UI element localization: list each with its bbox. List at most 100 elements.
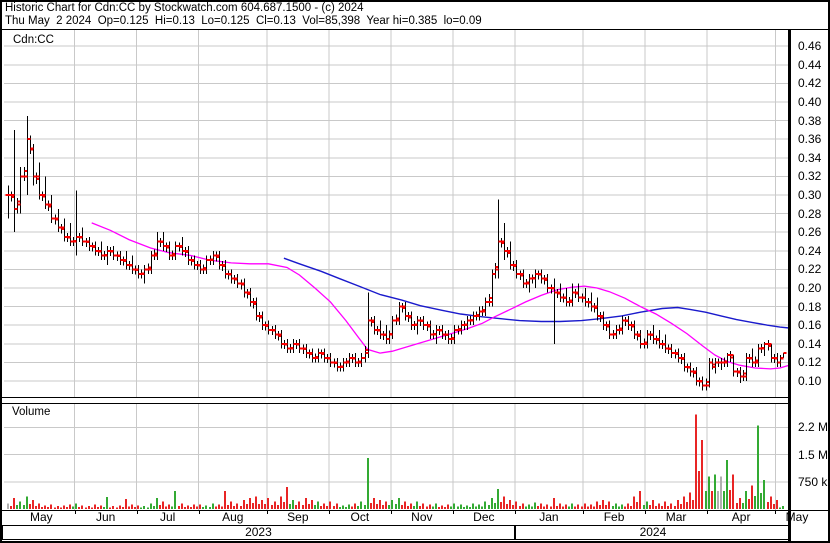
volume-bar [689,492,691,509]
volume-bar [202,507,204,509]
volume-bar [360,501,362,509]
month-label-jan-8: Jan [539,510,559,524]
volume-bar [726,460,728,509]
volume-bar [298,501,300,509]
volume-bar [156,498,158,509]
month-boundary-tick [645,510,647,514]
volume-bar [252,503,254,509]
volume-panel-title: Volume [12,406,51,418]
volume-bar [528,504,530,509]
volume-bar [419,506,421,509]
volume-bar [646,501,648,509]
volume-bar [593,506,595,509]
volume-bar [388,505,390,509]
volume-bar [466,505,468,509]
price-axis-label: 0.36 [798,132,822,147]
price-axis-label: 0.20 [798,281,822,295]
volume-bar [453,503,455,509]
month-boundary-tick [583,510,585,514]
volume-bar [264,504,266,509]
volume-bar [708,476,710,509]
volume-bar [16,505,18,509]
volume-bar [596,501,598,509]
volume-bar [134,507,136,509]
volume-bar [209,507,211,509]
volume-bar [615,503,617,509]
volume-bar [553,498,555,509]
year-box-2023: 2023 [2,525,515,540]
volume-bar [7,503,9,509]
price-axis-label: 0.32 [798,169,822,184]
volume-bar [565,504,567,509]
volume-bar [500,502,502,509]
volume-bar [506,504,508,509]
volume-bar [348,504,350,509]
volume-bar [196,506,198,509]
volume-bar [605,505,607,509]
volume-bar [199,504,201,509]
volume-bar [174,490,176,509]
volume-bar [658,503,660,509]
volume-bar [205,505,207,509]
volume-bar [550,506,552,509]
month-boundary-tick [514,510,516,514]
volume-bar [698,471,700,509]
volume-bar [50,504,52,509]
volume-bar [224,490,226,509]
price-axis-label: 0.24 [798,243,822,258]
long-moving-average-line [283,257,790,329]
volume-bar [503,496,505,509]
volume-bar [438,507,440,509]
volume-bar [398,498,400,509]
volume-bar [271,505,273,509]
short-moving-average-line [91,222,790,370]
volume-bar [91,507,93,509]
month-label-nov-6: Nov [411,510,433,524]
month-label-jun-1: Jun [95,510,116,524]
price-axis-label: 0.28 [798,206,822,221]
volume-bar [187,505,189,509]
month-boundary-tick [136,510,138,514]
volume-axis-label: 2.2 M [798,420,829,435]
volume-bar [534,502,536,509]
volume-bar [314,505,316,509]
volume-bar [757,425,759,509]
volume-bar [515,501,517,509]
volume-axis-label: 750 k [798,474,828,489]
volume-bar [354,503,356,509]
volume-bar [379,499,381,509]
volume-bar [373,498,375,509]
volume-bar [243,499,245,509]
volume-bar [178,506,180,509]
volume-bar [116,507,118,509]
volume-bar [10,506,12,509]
volume-bar [23,505,25,509]
volume-bar [57,506,59,509]
volume-bar [240,506,242,509]
volume-bar [413,506,415,509]
volume-bar [754,496,756,509]
month-boundary-tick [198,510,200,514]
volume-bar [612,506,614,509]
volume-bar [556,506,558,509]
volume-bar [426,506,428,509]
volume-bar [218,504,220,509]
volume-bar [643,505,645,509]
volume-bar [364,505,366,509]
price-axis-label: 0.22 [798,262,822,277]
month-label-feb-9: Feb [603,510,625,524]
month-label-dec-7: Dec [473,510,495,524]
volume-bar [664,501,666,509]
volume-bar [543,506,545,509]
volume-bar [602,499,604,509]
volume-bar [277,505,279,509]
volume-bar [661,506,663,509]
volume-bar-chart [4,403,790,510]
month-label-mar-10: Mar [665,510,687,524]
volume-bar [333,506,335,509]
volume-bar [255,496,257,509]
volume-bar [109,507,111,509]
volume-bar [422,503,424,509]
volume-bar [258,504,260,509]
volume-bar [491,498,493,509]
